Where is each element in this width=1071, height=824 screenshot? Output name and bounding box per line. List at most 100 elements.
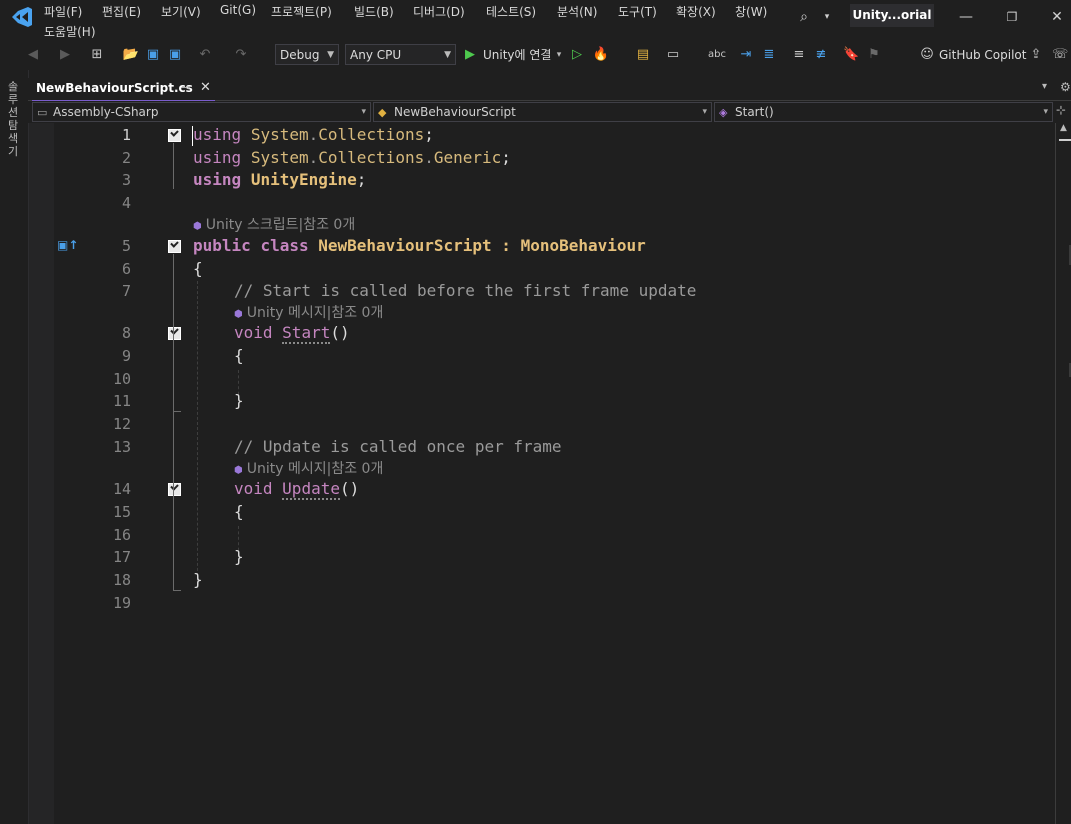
code-token: () <box>339 479 360 498</box>
layout-icon[interactable]: ▭ <box>662 46 684 64</box>
code-line[interactable]: void Update() <box>234 479 360 500</box>
copilot-button[interactable]: GitHub Copilot <box>939 46 1026 64</box>
close-window-icon[interactable]: ✕ <box>1048 8 1066 26</box>
menu-build[interactable]: 빌드(B) <box>354 3 394 20</box>
feedback-icon[interactable]: ☏ <box>1052 46 1068 64</box>
new-project-icon[interactable]: ⊞ <box>86 46 108 64</box>
share-icon[interactable]: ⇪ <box>1028 46 1044 64</box>
type-dropdown[interactable]: ◆ NewBehaviourScript ▾ <box>373 102 712 122</box>
code-line[interactable]: using System.Collections; <box>193 125 434 144</box>
format-icon[interactable]: ⇥ <box>737 46 755 64</box>
codelens-class[interactable]: ⬢ Unity 스크립트|참조 0개 <box>193 214 355 234</box>
settings-gear-icon[interactable]: ⚙ <box>1060 80 1071 94</box>
code-token: using <box>193 148 242 167</box>
line-number: 6 <box>121 260 131 278</box>
member-dropdown[interactable]: ◈ Start() ▾ <box>714 102 1053 122</box>
code-line[interactable]: using UnityEngine; <box>193 170 366 189</box>
solution-explorer-icon[interactable]: ▤ <box>634 46 652 64</box>
member-value: Start() <box>735 105 774 119</box>
search-icon[interactable]: ⌕ <box>795 8 813 26</box>
menu-file[interactable]: 파일(F) <box>44 3 82 20</box>
line-number: 12 <box>112 415 131 433</box>
line-number: 11 <box>112 392 131 410</box>
hot-reload-icon[interactable]: 🔥 <box>592 46 610 64</box>
search-dropdown-icon[interactable]: ▾ <box>818 8 836 26</box>
code-editor[interactable]: ▣↑ 1 2 3 4 5 6 7 8 9 10 11 12 13 14 15 1… <box>29 123 1055 824</box>
platform-select[interactable]: Any CPU ▼ <box>345 44 456 65</box>
line-number: 1 <box>121 126 131 144</box>
bookmark-icon[interactable]: 🔖 <box>843 46 859 64</box>
save-icon[interactable]: ▣ <box>144 46 162 64</box>
comment-out-icon[interactable]: ≡ <box>790 46 808 64</box>
code-line[interactable]: { <box>193 259 203 278</box>
comment-line[interactable]: // Start is called before the first fram… <box>234 281 696 300</box>
menu-test[interactable]: 테스트(S) <box>486 3 536 20</box>
fold-toggle[interactable] <box>168 327 181 340</box>
fold-toggle[interactable] <box>168 240 181 253</box>
line-number: 14 <box>112 480 131 498</box>
menu-window[interactable]: 창(W) <box>735 3 767 20</box>
unity-cube-icon: ⬢ <box>234 309 243 320</box>
code-line[interactable]: } <box>234 547 244 566</box>
save-all-icon[interactable]: ▣ <box>166 46 184 64</box>
spell-check-icon[interactable]: abc <box>707 46 727 64</box>
bookmark-prev-icon[interactable]: ⚑ <box>866 46 882 64</box>
menu-help[interactable]: 도움말(H) <box>44 23 96 40</box>
code-line[interactable]: { <box>234 346 244 365</box>
open-folder-icon[interactable]: 📂 <box>122 46 140 64</box>
fold-toggle[interactable] <box>168 483 181 496</box>
code-token: Collections <box>318 125 425 144</box>
solution-explorer-side-tab[interactable]: 솔루션 탐색기 <box>8 80 22 158</box>
code-line[interactable]: public class NewBehaviourScript : MonoBe… <box>193 236 646 255</box>
platform-value: Any CPU <box>350 48 402 62</box>
side-tab-char: 색 <box>8 132 19 145</box>
redo-icon[interactable]: ↷ <box>232 46 250 64</box>
code-line[interactable]: { <box>234 502 244 521</box>
vertical-scrollbar[interactable]: ▲ <box>1055 123 1071 824</box>
menu-analyze[interactable]: 분석(N) <box>557 3 597 20</box>
tab-list-dropdown-icon[interactable]: ▾ <box>1042 81 1047 92</box>
fold-toggle[interactable] <box>168 129 181 142</box>
play-icon[interactable]: ▶ <box>463 46 477 64</box>
document-tab[interactable]: NewBehaviourScript.cs ⊸ ✕ <box>32 78 215 102</box>
menu-git[interactable]: Git(G) <box>220 3 256 17</box>
navigate-back-icon[interactable]: ◀ <box>24 46 42 64</box>
code-line[interactable]: } <box>234 391 244 410</box>
code-token: using <box>193 170 242 189</box>
start-without-debug-icon[interactable]: ▷ <box>570 46 584 64</box>
code-token: NewBehaviourScript <box>318 236 492 255</box>
align-icon[interactable]: ≣ <box>760 46 778 64</box>
restore-icon[interactable]: ❐ <box>1003 8 1021 26</box>
menu-tools[interactable]: 도구(T) <box>618 3 657 20</box>
code-token: . <box>308 125 319 144</box>
side-tab-char: 루 <box>8 93 19 106</box>
pin-icon[interactable]: ⊸ <box>181 81 190 94</box>
minimize-icon[interactable]: — <box>957 8 975 26</box>
close-tab-icon[interactable]: ✕ <box>200 80 211 95</box>
codelens-update[interactable]: ⬢ Unity 메시지|참조 0개 <box>234 458 383 478</box>
uncomment-icon[interactable]: ≢ <box>812 46 830 64</box>
menu-debug[interactable]: 디버그(D) <box>413 3 465 20</box>
implements-indicator-icon[interactable]: ▣↑ <box>57 238 78 252</box>
side-tab-char: 솔 <box>8 80 19 93</box>
code-line[interactable]: using System.Collections.Generic; <box>193 148 511 167</box>
project-dropdown[interactable]: ▭ Assembly-CSharp ▾ <box>32 102 371 122</box>
code-line[interactable]: } <box>193 570 203 589</box>
menu-view[interactable]: 보기(V) <box>161 3 201 20</box>
menu-project[interactable]: 프로젝트(P) <box>271 3 332 20</box>
code-line[interactable]: void Start() <box>234 323 350 344</box>
navigate-forward-icon[interactable]: ▶ <box>56 46 74 64</box>
comment-line[interactable]: // Update is called once per frame <box>234 437 562 456</box>
split-editor-icon[interactable]: ⊹ <box>1056 103 1066 117</box>
attach-dropdown-icon[interactable]: ▾ <box>554 46 564 64</box>
menu-edit[interactable]: 편집(E) <box>102 3 141 20</box>
codelens-start[interactable]: ⬢ Unity 메시지|참조 0개 <box>234 302 383 322</box>
code-token: ; <box>501 148 511 167</box>
configuration-select[interactable]: Debug ▼ <box>275 44 339 65</box>
scroll-up-icon[interactable]: ▲ <box>1060 123 1067 133</box>
menu-extensions[interactable]: 확장(X) <box>676 3 716 20</box>
attach-unity-button[interactable]: Unity에 연결 <box>483 46 551 64</box>
undo-icon[interactable]: ↶ <box>196 46 214 64</box>
copilot-icon[interactable]: ☺ <box>918 46 936 64</box>
side-tab-char: 션 <box>8 106 19 119</box>
